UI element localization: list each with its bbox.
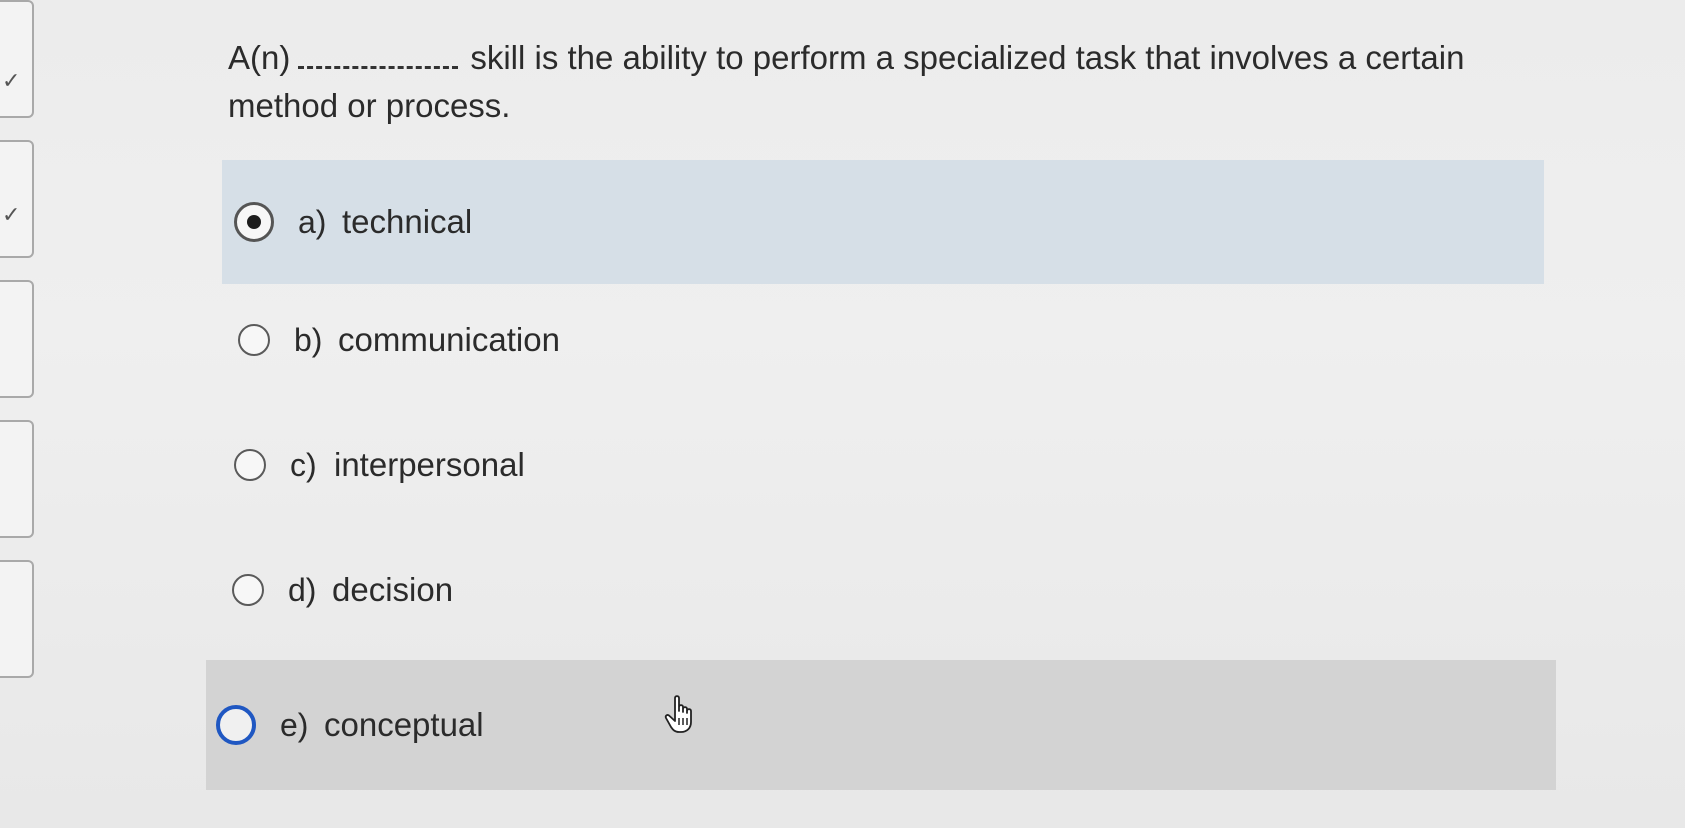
- option-text: interpersonal: [334, 446, 525, 483]
- nav-tab-4[interactable]: [0, 420, 34, 538]
- radio-icon[interactable]: [238, 324, 270, 356]
- option-b[interactable]: b) communication: [222, 300, 1544, 380]
- option-a[interactable]: a) technical: [222, 160, 1544, 284]
- question-nav-strip: 3 ✓ ✓: [0, 0, 40, 828]
- nav-tab-1[interactable]: ✓: [0, 0, 34, 118]
- check-icon: ✓: [2, 68, 21, 93]
- question-text: A(n) skill is the ability to perform a sp…: [228, 34, 1568, 130]
- radio-focus-icon[interactable]: [216, 705, 256, 745]
- option-text: decision: [332, 571, 454, 608]
- option-d[interactable]: d) decision: [216, 550, 1538, 630]
- option-c[interactable]: c) interpersonal: [218, 425, 1540, 505]
- option-text: conceptual: [324, 706, 484, 743]
- radio-icon[interactable]: [234, 449, 266, 481]
- option-letter: d): [288, 571, 317, 608]
- question-prefix: A(n): [228, 39, 291, 76]
- hand-pointer-icon: [664, 695, 692, 733]
- option-letter: c): [290, 446, 317, 483]
- option-text: technical: [342, 203, 473, 240]
- radio-icon[interactable]: [232, 574, 264, 606]
- option-letter: a): [298, 203, 327, 240]
- option-letter: b): [294, 321, 323, 358]
- nav-tab-5[interactable]: [0, 560, 34, 678]
- nav-tab-3[interactable]: [0, 280, 34, 398]
- radio-dot: [247, 215, 261, 229]
- check-icon: ✓: [2, 202, 21, 227]
- answer-blank: [298, 44, 459, 69]
- option-text: communication: [338, 321, 560, 358]
- option-e[interactable]: e) conceptual: [206, 660, 1556, 790]
- option-letter: e): [280, 706, 309, 743]
- radio-selected-icon[interactable]: [234, 202, 274, 242]
- nav-tab-2[interactable]: ✓: [0, 140, 34, 258]
